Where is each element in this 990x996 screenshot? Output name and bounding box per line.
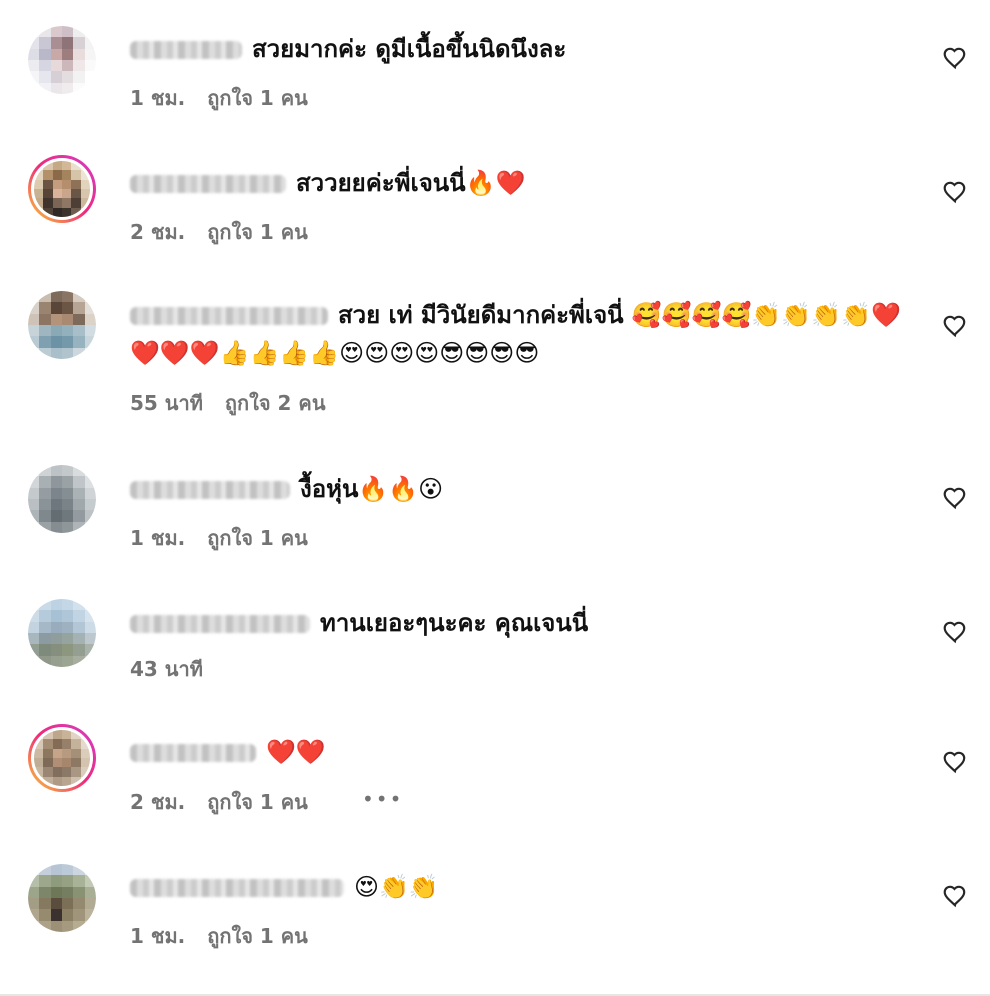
comment-text: สวยมากค่ะ ดูมีเนื้อขึ้นนิดนึงละ xyxy=(252,35,567,63)
comment-text: ❤️❤️ xyxy=(266,738,326,766)
avatar[interactable] xyxy=(28,724,96,792)
username[interactable] xyxy=(130,41,242,59)
like-count[interactable]: ถูกใจ 1 คน xyxy=(207,526,308,550)
comment-text-row: ❤️❤️ xyxy=(130,735,930,769)
comment-text-row: ทานเยอะๆนะคะ คุณเจนนี่ xyxy=(130,606,930,640)
comment-meta: 43 นาที xyxy=(130,656,225,682)
comment-text-row: สววยยค่ะพี่เจนนี่🔥❤️ xyxy=(130,166,930,200)
heart-outline-icon[interactable] xyxy=(942,883,968,909)
avatar-image xyxy=(28,599,96,667)
avatar[interactable] xyxy=(28,155,96,223)
username[interactable] xyxy=(130,175,286,193)
like-count[interactable]: ถูกใจ 2 คน xyxy=(225,391,326,415)
comment-text: สววยยค่ะพี่เจนนี่🔥❤️ xyxy=(296,169,526,197)
comment-time[interactable]: 55 นาที xyxy=(130,391,203,415)
comment-text-row-2: ❤️❤️❤️👍👍👍👍😍😍😍😍😎😎😎😎 xyxy=(130,336,930,370)
avatar-image xyxy=(31,727,93,789)
comment-time[interactable]: 43 นาที xyxy=(130,657,203,681)
avatar[interactable] xyxy=(28,599,96,667)
avatar-image xyxy=(28,26,96,94)
heart-outline-icon[interactable] xyxy=(942,45,968,71)
heart-outline-icon[interactable] xyxy=(942,485,968,511)
comment-text-row: สวยมากค่ะ ดูมีเนื้อขึ้นนิดนึงละ xyxy=(130,32,930,66)
avatar-image xyxy=(28,291,96,359)
comment-meta: 1 ชม. ถูกใจ 1 คน xyxy=(130,525,330,551)
username[interactable] xyxy=(130,307,328,325)
comment-text: 😍👏👏 xyxy=(354,873,439,901)
avatar-image xyxy=(28,864,96,932)
comment-time[interactable]: 2 ชม. xyxy=(130,790,185,814)
comment-text: ทานเยอะๆนะคะ คุณเจนนี่ xyxy=(320,609,589,637)
heart-outline-icon[interactable] xyxy=(942,313,968,339)
like-count[interactable]: ถูกใจ 1 คน xyxy=(207,790,308,814)
comment-meta: 55 นาที ถูกใจ 2 คน xyxy=(130,390,348,416)
comment-time[interactable]: 1 ชม. xyxy=(130,86,185,110)
heart-outline-icon[interactable] xyxy=(942,619,968,645)
comment-time[interactable]: 1 ชม. xyxy=(130,924,185,948)
avatar-image xyxy=(31,158,93,220)
username[interactable] xyxy=(130,615,310,633)
username[interactable] xyxy=(130,879,344,897)
avatar[interactable] xyxy=(28,864,96,932)
comment-text-row: สวย เท่ มีวินัยดีมากค่ะพี่เจนี่ 🥰🥰🥰🥰👏👏👏👏… xyxy=(130,298,930,332)
heart-outline-icon[interactable] xyxy=(942,179,968,205)
like-count[interactable]: ถูกใจ 1 คน xyxy=(207,924,308,948)
comment-meta: 1 ชม. ถูกใจ 1 คน xyxy=(130,85,330,111)
comment-text-row: 😍👏👏 xyxy=(130,870,930,904)
avatar[interactable] xyxy=(28,465,96,533)
like-count[interactable]: ถูกใจ 1 คน xyxy=(207,220,308,244)
more-horizontal-icon[interactable]: ••• xyxy=(362,787,403,811)
comment-time[interactable]: 2 ชม. xyxy=(130,220,185,244)
heart-outline-icon[interactable] xyxy=(942,749,968,775)
comment-meta: 2 ชม. ถูกใจ 1 คน xyxy=(130,219,330,245)
avatar-image xyxy=(28,465,96,533)
like-count[interactable]: ถูกใจ 1 คน xyxy=(207,86,308,110)
username[interactable] xyxy=(130,744,256,762)
comment-meta: 2 ชม. ถูกใจ 1 คน xyxy=(130,789,330,815)
comment-text-continued: ❤️❤️❤️👍👍👍👍😍😍😍😍😎😎😎😎 xyxy=(130,339,540,367)
comment-time[interactable]: 1 ชม. xyxy=(130,526,185,550)
comment-text-row: งื้อหุ่น🔥🔥😮 xyxy=(130,472,930,506)
comment-text: งื้อหุ่น🔥🔥😮 xyxy=(300,475,444,503)
comment-text: สวย เท่ มีวินัยดีมากค่ะพี่เจนี่ 🥰🥰🥰🥰👏👏👏👏… xyxy=(338,301,901,329)
username[interactable] xyxy=(130,481,290,499)
comment-meta: 1 ชม. ถูกใจ 1 คน xyxy=(130,923,330,949)
avatar[interactable] xyxy=(28,291,96,359)
avatar[interactable] xyxy=(28,26,96,94)
